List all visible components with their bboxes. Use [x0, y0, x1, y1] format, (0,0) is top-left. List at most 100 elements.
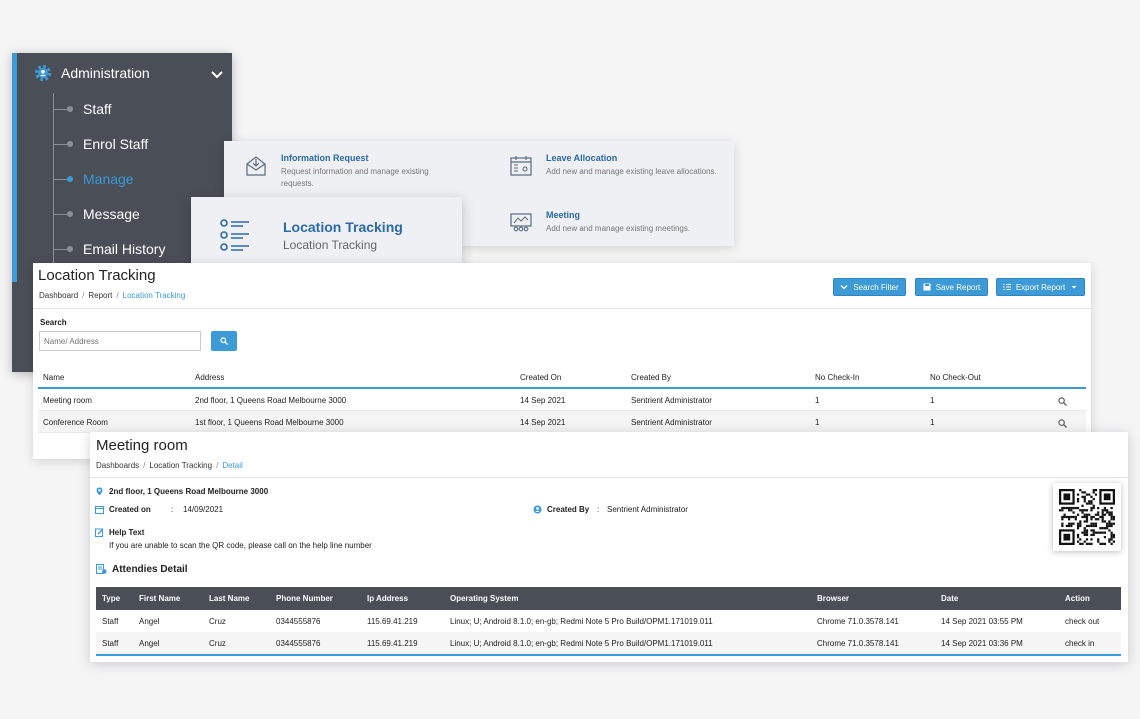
sidebar-item-label: Message: [83, 206, 140, 222]
menu-item-leave-allocation[interactable]: Leave Allocation Add new and manage exis…: [508, 153, 728, 179]
view-icon[interactable]: [1058, 419, 1067, 428]
gear-icon: [34, 64, 52, 82]
column-header[interactable]: Browser: [817, 594, 849, 603]
edit-icon: [95, 528, 104, 537]
created-by-line: Created By : Sentrient Administrator: [533, 505, 688, 514]
menu-item-desc: Add new and manage existing meetings.: [546, 224, 691, 233]
map-pin-icon: [96, 487, 103, 496]
table-row[interactable]: Conference Room 1st floor, 1 Queens Road…: [38, 411, 1086, 433]
colon: :: [597, 505, 600, 514]
search-icon: [220, 337, 228, 345]
sidebar-item-label: Staff: [83, 101, 112, 117]
sidebar-section-administration[interactable]: Administration: [34, 64, 150, 82]
sidebar-item-label: Enrol Staff: [83, 136, 149, 152]
column-header[interactable]: Last Name: [209, 594, 249, 603]
bullet-icon: [67, 176, 73, 182]
address-line: 2nd floor, 1 Queens Road Melbourne 3000: [95, 487, 268, 496]
menu-item-meeting[interactable]: Meeting Add new and manage existing meet…: [508, 210, 728, 236]
column-header[interactable]: Phone Number: [276, 594, 333, 603]
save-icon: [923, 283, 931, 291]
list-icon: [220, 219, 249, 251]
column-header[interactable]: Date: [941, 594, 958, 603]
page-title: Location Tracking: [38, 267, 156, 284]
meeting-room-icon: [510, 213, 532, 232]
bullet-icon: [67, 141, 73, 147]
search-input[interactable]: [39, 331, 201, 351]
card-desc: Location Tracking: [283, 237, 378, 252]
table-row[interactable]: Meeting room 2nd floor, 1 Queens Road Me…: [38, 389, 1086, 411]
help-text-label-line: Help Text: [95, 528, 144, 537]
colon: :: [171, 505, 174, 514]
page-title: Meeting room: [96, 437, 188, 454]
breadcrumb-current: Detail: [222, 461, 243, 470]
column-header[interactable]: Created By: [631, 373, 671, 382]
divider: [33, 308, 1091, 309]
column-header[interactable]: No Check-In: [815, 373, 859, 382]
created-on-label: Created on: [109, 505, 151, 514]
breadcrumb-location-tracking[interactable]: Location Tracking: [149, 461, 212, 470]
caret-down-icon: [1071, 286, 1077, 289]
sidebar-item-manage[interactable]: Manage: [53, 169, 134, 189]
list-icon: [1002, 284, 1011, 290]
export-report-button[interactable]: Export Report: [996, 278, 1085, 296]
document-user-icon: [96, 564, 107, 575]
meeting-room-detail: Meeting room Dashboards / Location Track…: [90, 432, 1128, 662]
location-tracking-report: Location Tracking Dashboard / Report / L…: [33, 263, 1091, 459]
table-row[interactable]: Staff Angel Cruz 0344555876 115.69.41.21…: [96, 610, 1121, 632]
table-row[interactable]: Staff Angel Cruz 0344555876 115.69.41.21…: [96, 632, 1121, 654]
help-text-label: Help Text: [109, 528, 145, 537]
sidebar-item-label: Email History: [83, 241, 166, 257]
column-header[interactable]: Created On: [520, 373, 561, 382]
sidebar-item-email-history[interactable]: Email History: [53, 239, 165, 259]
created-by-label: Created By: [547, 505, 590, 514]
sidebar-accent-bar: [12, 53, 17, 282]
menu-item-title: Meeting: [546, 210, 581, 220]
breadcrumb: Dashboard / Report / Location Tracking: [39, 291, 186, 300]
help-text: If you are unable to scan the QR code, p…: [109, 541, 372, 550]
breadcrumb-current: Location Tracking: [122, 291, 186, 300]
calendar-user-icon: [510, 156, 532, 176]
menu-item-information-request[interactable]: Information Request Request information …: [243, 153, 443, 190]
table-bottom-border: [96, 654, 1121, 656]
table-header: Name Address Created On Created By No Ch…: [38, 365, 1086, 389]
column-header[interactable]: Ip Address: [367, 594, 408, 603]
column-header[interactable]: Operating System: [450, 594, 518, 603]
menu-item-location-tracking[interactable]: Location Tracking Location Tracking: [191, 197, 462, 273]
view-icon[interactable]: [1058, 397, 1067, 406]
attendees-title-line: Attendies Detail: [96, 564, 188, 575]
menu-item-desc: Add new and manage existing leave alloca…: [546, 167, 717, 176]
bullet-icon: [67, 106, 73, 112]
created-on-value: 14/09/2021: [183, 505, 224, 514]
menu-item-title: Information Request: [281, 153, 369, 163]
created-on-line: Created on : 14/09/2021: [95, 505, 223, 514]
qr-code-image: [1059, 489, 1115, 545]
menu-item-desc: Request information and manage existing …: [281, 167, 429, 188]
chevron-down-icon[interactable]: [211, 71, 223, 79]
column-header[interactable]: Action: [1065, 594, 1090, 603]
bullet-icon: [67, 211, 73, 217]
user-icon: [533, 505, 542, 514]
column-header[interactable]: Type: [102, 594, 120, 603]
card-title: Location Tracking: [283, 218, 403, 235]
save-report-button[interactable]: Save Report: [915, 278, 988, 296]
chevron-down-icon: [840, 285, 848, 290]
column-header[interactable]: First Name: [139, 594, 180, 603]
column-header[interactable]: Name: [43, 373, 64, 382]
breadcrumb-report[interactable]: Report: [88, 291, 112, 300]
search-button[interactable]: [211, 331, 237, 351]
sidebar-item-label: Manage: [83, 171, 134, 187]
address-text: 2nd floor, 1 Queens Road Melbourne 3000: [109, 487, 269, 496]
sidebar-item-message[interactable]: Message: [53, 204, 140, 224]
search-label: Search: [40, 318, 67, 327]
breadcrumb-dashboards[interactable]: Dashboards: [96, 461, 139, 470]
breadcrumb-dashboard[interactable]: Dashboard: [39, 291, 78, 300]
sidebar-item-staff[interactable]: Staff: [53, 99, 112, 119]
sidebar-item-enrol-staff[interactable]: Enrol Staff: [53, 134, 148, 154]
column-header[interactable]: Address: [195, 373, 224, 382]
divider: [90, 477, 1128, 478]
column-header[interactable]: No Check-Out: [930, 373, 981, 382]
created-by-value: Sentrient Administrator: [607, 505, 688, 514]
attendees-title: Attendies Detail: [112, 564, 188, 575]
calendar-icon: [95, 506, 104, 514]
search-filter-button[interactable]: Search Filter: [833, 278, 906, 296]
